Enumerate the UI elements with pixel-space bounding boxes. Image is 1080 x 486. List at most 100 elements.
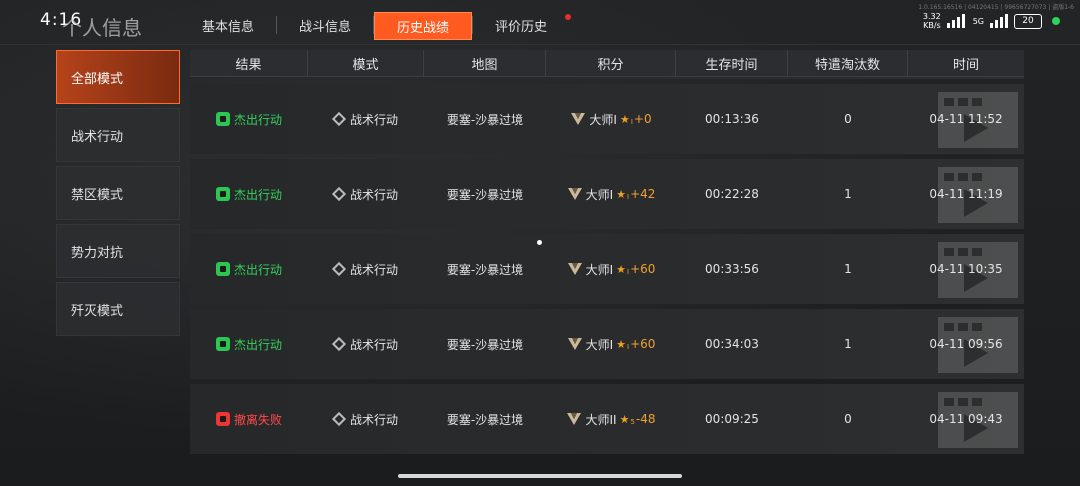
table-row[interactable]: 杰出行动 战术行动 要塞-沙暴过境 大师I ★ I +60 00:33:56 1 04-11 10…	[190, 234, 1024, 304]
mode-cell: 战术行动	[308, 336, 424, 353]
table-header: 结果 模式 地图 积分 生存时间 特遣淘汰数 时间	[190, 50, 1024, 77]
star-icon: ★	[616, 337, 626, 351]
battery-level: 20	[1022, 16, 1034, 26]
result-cell: 杰出行动	[190, 261, 308, 278]
star-subscript: I	[627, 192, 630, 201]
rank-badge-icon	[567, 188, 582, 200]
sidebar-item-faction-war[interactable]: 势力对抗	[56, 224, 180, 278]
rank-badge-icon	[567, 263, 582, 275]
eliminations-cell: 1	[788, 337, 908, 351]
top-nav: 基本信息 战斗信息 历史战绩 评价历史	[180, 12, 572, 40]
survival-time: 00:13:36	[705, 112, 759, 126]
map-label: 要塞-沙暴过境	[446, 112, 524, 127]
network-type: 5G	[972, 16, 984, 26]
match-time: 04-11 11:52	[929, 112, 1003, 126]
mode-label: 战术行动	[349, 262, 398, 277]
build-info: 1.0.165.16516 | 04120415 | 99656727073 |…	[918, 4, 1074, 11]
tab-label: 基本信息	[202, 19, 255, 35]
table-row[interactable]: 撤离失败 战术行动 要塞-沙暴过境 大师II ★ 5 -48 00:09:25 0 04-11 0…	[190, 384, 1024, 454]
signal-icon-2	[990, 14, 1008, 28]
result-label: 杰出行动	[233, 262, 282, 277]
tab-match-history[interactable]: 历史战绩	[374, 12, 473, 40]
mode-label: 战术行动	[349, 187, 398, 202]
score-cell: 大师I ★ I +0	[546, 111, 676, 128]
survival-cell: 00:33:56	[676, 262, 788, 276]
score-cell: 大师I ★ I +60	[546, 261, 676, 278]
result-cell: 杰出行动	[190, 111, 308, 128]
rank-label: 大师I	[589, 112, 617, 127]
rank-badge-icon	[567, 413, 582, 425]
score-cell: 大师II ★ 5 -48	[546, 411, 676, 428]
result-label: 杰出行动	[233, 337, 282, 352]
tab-label: 历史战绩	[397, 20, 450, 36]
tactical-mode-icon	[331, 336, 347, 352]
touch-indicator	[537, 240, 542, 245]
score-cell: 大师I ★ I +42	[546, 186, 676, 203]
mode-cell: 战术行动	[308, 186, 424, 203]
col-result: 结果	[190, 50, 308, 76]
elimination-count: 0	[844, 412, 852, 426]
star-subscript: I	[627, 267, 630, 276]
sidebar-item-all-modes[interactable]: 全部模式	[56, 50, 180, 104]
sidebar-item-annihilation[interactable]: 歼灭模式	[56, 282, 180, 336]
survival-cell: 00:34:03	[676, 337, 788, 351]
survival-cell: 00:22:28	[676, 187, 788, 201]
rank-label: 大师I	[585, 337, 614, 352]
star-icon: ★	[619, 412, 630, 426]
nav-divider	[0, 44, 1080, 45]
net-speed-unit: KB/s	[923, 21, 941, 30]
success-icon	[215, 187, 230, 201]
table-row[interactable]: 杰出行动 战术行动 要塞-沙暴过境 大师I ★ I +0 00:13:36 0 04-11 11:…	[190, 84, 1024, 154]
table-row[interactable]: 杰出行动 战术行动 要塞-沙暴过境 大师I ★ I +42 00:22:28 1 04-11 11…	[190, 159, 1024, 229]
survival-time: 00:09:25	[705, 412, 759, 426]
home-indicator[interactable]	[398, 474, 682, 478]
rank-label: 大师I	[585, 262, 614, 277]
eliminations-cell: 0	[788, 112, 908, 126]
map-cell: 要塞-沙暴过境	[424, 261, 546, 278]
net-speed: 3.32 KB/s	[923, 12, 941, 30]
match-history-table[interactable]: 结果 模式 地图 积分 生存时间 特遣淘汰数 时间 撤离失败战术行动要塞-沙暴过…	[190, 50, 1024, 474]
map-cell: 要塞-沙暴过境	[424, 186, 546, 203]
tactical-mode-icon	[331, 411, 347, 427]
tab-rating-history[interactable]: 评价历史	[473, 12, 572, 38]
success-icon	[215, 262, 230, 276]
star-subscript: I	[627, 342, 630, 351]
col-survival-time: 生存时间	[676, 50, 788, 76]
battery-icon: 20	[1014, 13, 1042, 29]
sidebar-item-tactical-ops[interactable]: 战术行动	[56, 108, 180, 162]
col-map: 地图	[424, 50, 546, 76]
rank-label: 大师I	[585, 187, 614, 202]
sidebar-item-label: 歼灭模式	[71, 303, 124, 319]
map-cell: 要塞-沙暴过境	[424, 336, 546, 353]
score-delta: +42	[630, 187, 656, 201]
survival-cell: 00:13:36	[676, 112, 788, 126]
star-icon: ★	[616, 262, 626, 276]
score-cell: 大师I ★ I +60	[546, 336, 676, 353]
map-cell: 要塞-沙暴过境	[424, 111, 546, 128]
sidebar-item-label: 全部模式	[71, 71, 124, 87]
eliminations-cell: 1	[788, 187, 908, 201]
sidebar-item-label: 禁区模式	[71, 187, 124, 203]
elimination-count: 1	[844, 187, 852, 201]
table-row[interactable]: 杰出行动 战术行动 要塞-沙暴过境 大师I ★ I +60 00:34:03 1 04-11 09…	[190, 309, 1024, 379]
mode-label: 战术行动	[349, 337, 398, 352]
survival-cell: 00:09:25	[676, 412, 788, 426]
tab-basic-info[interactable]: 基本信息	[180, 12, 276, 38]
result-label: 撤离失败	[233, 412, 282, 427]
star-icon: ★	[619, 112, 630, 126]
tab-battle-info[interactable]: 战斗信息	[277, 12, 373, 38]
elimination-count: 1	[844, 337, 852, 351]
time-cell: 04-11 09:43	[908, 412, 1024, 426]
sidebar-item-label: 战术行动	[71, 129, 124, 145]
rank-badge-icon	[567, 338, 582, 350]
score-delta: +60	[630, 337, 656, 351]
sidebar-item-restricted-zone[interactable]: 禁区模式	[56, 166, 180, 220]
tab-label: 评价历史	[495, 19, 548, 35]
success-icon	[215, 337, 230, 351]
mode-label: 战术行动	[349, 412, 398, 427]
tab-label: 战斗信息	[299, 19, 352, 35]
time-cell: 04-11 11:19	[908, 187, 1024, 201]
star-icon: ★	[616, 187, 626, 201]
survival-time: 00:22:28	[705, 187, 759, 201]
score-delta: +60	[630, 262, 656, 276]
